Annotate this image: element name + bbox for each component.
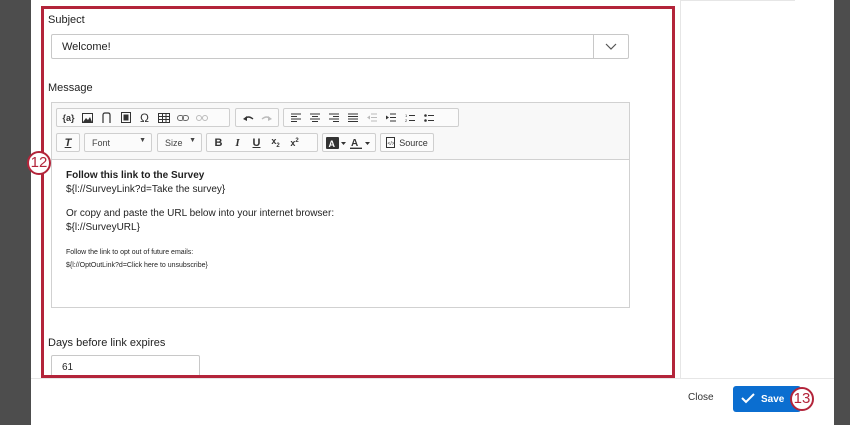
align-center-button[interactable]: [305, 109, 324, 126]
insert-toolbar-group: {a} Ω: [56, 108, 230, 127]
message-label: Message: [48, 82, 93, 94]
numbered-list-icon: 12: [405, 113, 415, 123]
outdent-button[interactable]: [362, 109, 381, 126]
svg-text:A: A: [329, 139, 336, 149]
history-toolbar-group: [235, 108, 279, 127]
justify-icon: [347, 113, 358, 122]
caret-down-icon: ▼: [139, 137, 146, 144]
subscript-button[interactable]: x2: [266, 134, 285, 151]
indent-icon: [385, 113, 396, 122]
remove-format-icon: T: [64, 136, 72, 149]
align-center-icon: [309, 113, 320, 122]
survey-url-text: ${l://SurveyURL}: [66, 222, 140, 233]
omega-icon: Ω: [140, 110, 149, 125]
superscript-icon: x2: [290, 137, 299, 148]
subject-dropdown-toggle[interactable]: [593, 35, 628, 58]
table-icon: [157, 112, 170, 123]
step-callout-13: 13: [790, 387, 814, 411]
special-character-button[interactable]: Ω: [135, 109, 154, 126]
days-expire-label: Days before link expires: [48, 337, 166, 349]
numbered-list-button[interactable]: 12: [400, 109, 419, 126]
days-expire-input[interactable]: 61: [51, 355, 200, 375]
italic-button[interactable]: I: [228, 134, 247, 151]
opt-out-link-text: ${l://OptOutLink?d=Click here to unsubsc…: [66, 262, 208, 269]
piped-text-icon: {a}: [62, 112, 75, 123]
text-color-icon: A: [350, 138, 370, 149]
copy-paste-text: Or copy and paste the URL below into you…: [66, 208, 335, 219]
highlighted-email-form: Subject Welcome! Message {a} Ω 1 2 T Fon…: [41, 6, 675, 378]
justify-button[interactable]: [343, 109, 362, 126]
vertical-divider: [680, 0, 681, 378]
link-icon: [176, 114, 189, 121]
table-button[interactable]: [154, 109, 173, 126]
bold-button[interactable]: B: [209, 134, 228, 151]
subject-label: Subject: [48, 14, 85, 26]
text-style-group: B I U x2 x2: [206, 133, 318, 152]
document-button[interactable]: [97, 109, 116, 126]
video-button[interactable]: [116, 109, 135, 126]
bold-icon: B: [214, 136, 223, 149]
source-button[interactable]: </> Source: [383, 134, 431, 151]
text-color-button[interactable]: A: [349, 134, 373, 151]
align-right-icon: [328, 113, 339, 122]
undo-button[interactable]: [238, 109, 257, 126]
opt-out-text: Follow the link to opt out of future ema…: [66, 249, 194, 256]
font-select-label: Font: [92, 138, 111, 148]
redo-button[interactable]: [257, 109, 276, 126]
size-select-label: Size: [165, 138, 183, 148]
image-button[interactable]: [78, 109, 97, 126]
footer-divider: [31, 378, 834, 379]
message-heading: Follow this link to the Survey: [66, 170, 205, 181]
image-icon: [82, 112, 93, 123]
piped-text-button[interactable]: {a}: [59, 109, 78, 126]
background-color-button[interactable]: A: [325, 134, 349, 151]
color-group: A A: [322, 133, 376, 152]
align-left-icon: [290, 113, 301, 122]
rich-text-editor[interactable]: {a} Ω 1 2 T Font ▼ Size ▼ B I U x2 x2 A …: [51, 102, 630, 308]
days-expire-value: 61: [62, 362, 74, 373]
underline-icon: U: [252, 136, 261, 149]
background-color-icon: A: [326, 136, 346, 149]
save-button-label: Save: [761, 394, 785, 405]
unlink-button[interactable]: [192, 109, 211, 126]
bulleted-list-icon: [423, 113, 434, 122]
source-label: Source: [399, 137, 428, 148]
side-panel-divider: [680, 0, 795, 1]
bulleted-list-button[interactable]: [419, 109, 438, 126]
source-icon: </>: [386, 137, 396, 148]
subject-select[interactable]: Welcome!: [51, 34, 629, 59]
editor-toolbar: {a} Ω 1 2 T Font ▼ Size ▼ B I U x2 x2 A …: [52, 103, 629, 160]
redo-icon: [261, 115, 272, 121]
caret-down-icon: ▼: [189, 137, 196, 144]
outdent-icon: [366, 113, 377, 122]
link-button[interactable]: [173, 109, 192, 126]
align-left-button[interactable]: [286, 109, 305, 126]
source-group: </> Source: [380, 133, 434, 152]
subject-value: Welcome!: [62, 41, 111, 53]
underline-button[interactable]: U: [247, 134, 266, 151]
close-button[interactable]: Close: [688, 392, 714, 403]
clear-format-group: T: [56, 133, 80, 152]
survey-link-text: ${l://SurveyLink?d=Take the survey}: [66, 184, 226, 195]
svg-text:2: 2: [405, 118, 408, 123]
film-icon: [120, 112, 131, 123]
unlink-icon: [195, 114, 208, 121]
step-callout-12: 12: [27, 151, 51, 175]
checkmark-icon: [741, 393, 755, 404]
align-right-button[interactable]: [324, 109, 343, 126]
chevron-down-icon: [605, 43, 617, 50]
svg-text:A: A: [351, 138, 358, 149]
svg-text:</>: </>: [388, 141, 395, 147]
undo-icon: [242, 115, 253, 121]
font-select[interactable]: Font ▼: [84, 133, 152, 152]
size-select[interactable]: Size ▼: [157, 133, 202, 152]
subscript-icon: x2: [271, 136, 280, 149]
superscript-button[interactable]: x2: [285, 134, 304, 151]
indent-button[interactable]: [381, 109, 400, 126]
remove-format-button[interactable]: T: [59, 134, 77, 151]
italic-icon: I: [235, 136, 240, 149]
document-icon: [102, 111, 111, 123]
paragraph-toolbar-group: 12: [283, 108, 459, 127]
